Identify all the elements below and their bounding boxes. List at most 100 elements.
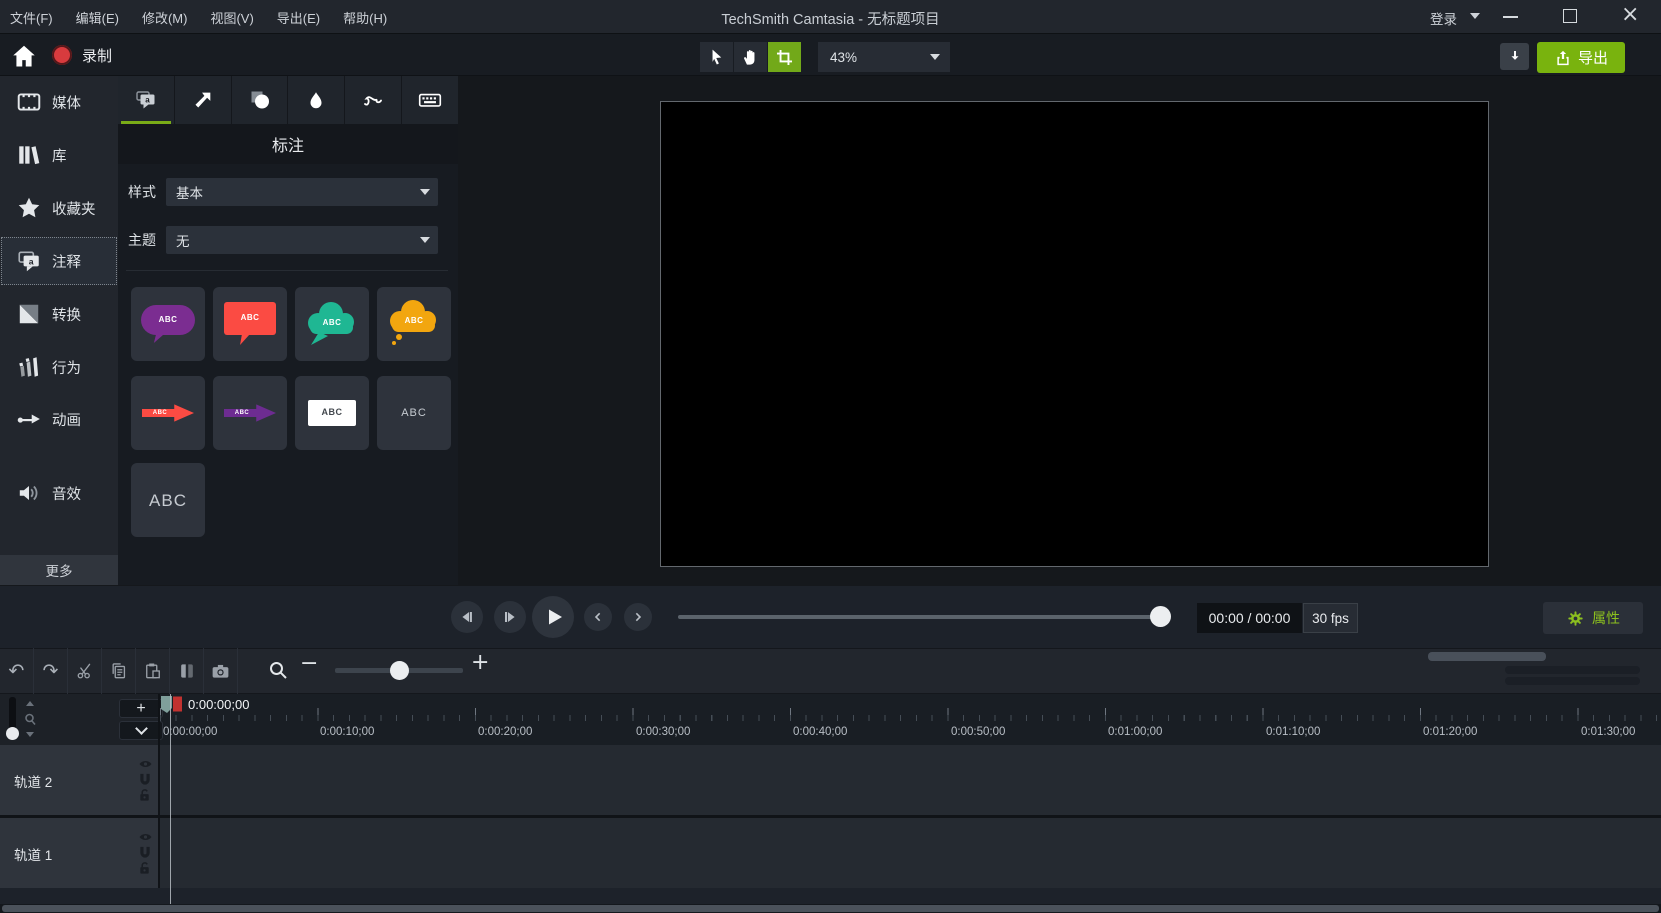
track-lane-2[interactable]	[160, 745, 1661, 815]
annotation-thumbnail-text[interactable]: ABC	[377, 376, 451, 450]
chevron-down-icon	[930, 54, 940, 60]
step-forward-button[interactable]	[494, 601, 526, 633]
timeline-zoom-in-button[interactable]	[471, 650, 489, 675]
sidebar-item-behaviors[interactable]: 行为	[0, 346, 118, 388]
timeline-scrollbar[interactable]	[1428, 652, 1546, 661]
minimize-button[interactable]	[1503, 16, 1518, 18]
crop-tool-button[interactable]	[768, 42, 801, 72]
sidebar-item-transitions[interactable]: 转换	[0, 293, 118, 335]
track-visibility-eye-icon[interactable]	[138, 830, 153, 844]
callout-tab-icon: a	[134, 88, 158, 112]
copy-button[interactable]	[102, 648, 136, 694]
export-button[interactable]: 导出	[1537, 42, 1625, 73]
screenshot-button[interactable]	[204, 648, 238, 694]
login-caret-icon[interactable]	[1470, 13, 1480, 19]
annotation-tabs: a	[118, 76, 458, 124]
annotation-thumbnail-red-bubble[interactable]: ABC	[213, 287, 287, 361]
theme-select[interactable]: 无	[166, 226, 438, 254]
cut-button[interactable]	[68, 648, 102, 694]
sidebar-item-library[interactable]: 库	[0, 134, 118, 176]
split-button[interactable]	[170, 648, 204, 694]
theme-value: 无	[176, 230, 420, 250]
chevron-down-icon	[420, 189, 430, 195]
panel-title: 标注	[118, 124, 458, 164]
track-lock-icon[interactable]	[138, 861, 152, 875]
sidebar-more-button[interactable]: 更多	[0, 555, 118, 585]
track-height-slider-thumb[interactable]	[6, 727, 19, 740]
sidebar-item-label: 音效	[52, 483, 81, 504]
animation-icon	[16, 406, 42, 432]
download-button[interactable]	[1500, 43, 1529, 70]
play-button[interactable]	[532, 596, 574, 638]
login-button[interactable]: 登录	[1430, 8, 1457, 28]
tab-shapes[interactable]	[232, 76, 289, 124]
annotation-thumbnail-text-large[interactable]: ABC	[131, 463, 205, 537]
track-lock-icon[interactable]	[138, 788, 152, 802]
next-button[interactable]	[624, 603, 652, 631]
home-icon[interactable]	[10, 42, 38, 70]
track-name: 轨道 1	[14, 844, 52, 864]
properties-button[interactable]: 属性	[1543, 602, 1643, 634]
annotation-thumbnail-red-arrow[interactable]: ABC	[131, 376, 205, 450]
tab-keystroke[interactable]	[402, 76, 458, 124]
tab-callouts[interactable]: a	[118, 76, 175, 124]
track-visibility-eye-icon[interactable]	[138, 757, 153, 771]
tab-arrows[interactable]	[175, 76, 232, 124]
annotation-thumbnail-teal-cloud[interactable]: ABC	[295, 287, 369, 361]
redo-button[interactable]	[34, 648, 68, 694]
sidebar-item-audio-effects[interactable]: 音效	[0, 472, 118, 514]
style-select[interactable]: 基本	[166, 178, 438, 206]
transition-icon	[16, 301, 42, 327]
step-backward-button[interactable]	[451, 601, 483, 633]
sidebar-item-label: 转换	[52, 304, 81, 325]
sidebar-item-favorites[interactable]: 收藏夹	[0, 187, 118, 229]
menu-bar: 文件(F) 编辑(E) 修改(M) 视图(V) 导出(E) 帮助(H) Tech…	[0, 0, 1661, 34]
record-icon[interactable]	[52, 45, 72, 65]
shape-tab-icon	[248, 88, 272, 112]
paste-button[interactable]	[136, 648, 170, 694]
timeline-zoom-slider-thumb[interactable]	[390, 661, 409, 680]
track-name: 轨道 2	[14, 771, 52, 791]
speech-bubble-shape: ABC	[224, 302, 276, 335]
undo-button[interactable]	[0, 648, 34, 694]
annotation-thumbnail-purple-bubble[interactable]: ABC	[131, 287, 205, 361]
timeline-zoom-icon[interactable]	[266, 658, 290, 682]
timeline-toolbar	[0, 648, 1661, 694]
timeline-zoom-out-button[interactable]	[300, 651, 318, 676]
maximize-button[interactable]	[1563, 9, 1577, 23]
track-lane-1[interactable]	[160, 818, 1661, 888]
seek-slider-thumb[interactable]	[1150, 606, 1171, 627]
arrow-callout-shape: ABC	[224, 404, 276, 422]
redo-icon	[43, 660, 59, 682]
cursor-tool-button[interactable]	[700, 42, 733, 72]
annotation-thumbnail-white-rect[interactable]: ABC	[295, 376, 369, 450]
tab-blur[interactable]	[288, 76, 345, 124]
annotation-thumbnail-thought-cloud[interactable]: ABC	[377, 287, 451, 361]
thumb-label: ABC	[216, 410, 268, 416]
track-magnet-icon[interactable]	[138, 772, 152, 786]
previous-button[interactable]	[584, 603, 612, 631]
seek-slider-track[interactable]	[678, 615, 1160, 619]
pan-tool-button[interactable]	[734, 42, 767, 72]
add-track-button[interactable]	[119, 699, 163, 718]
track-magnet-icon[interactable]	[138, 845, 152, 859]
record-button[interactable]: 录制	[82, 45, 112, 66]
sidebar-item-annotations[interactable]: a 注释	[0, 240, 118, 282]
timeline-empty-area	[0, 888, 1661, 904]
track-header-2: 轨道 2	[0, 745, 158, 815]
close-button[interactable]	[1621, 2, 1639, 27]
sidebar-item-label: 动画	[52, 409, 81, 430]
playhead-line[interactable]	[170, 694, 171, 904]
collapse-tracks-button[interactable]	[119, 721, 163, 740]
sidebar-item-media[interactable]: 媒体	[0, 81, 118, 123]
canvas-zoom-value: 43%	[830, 50, 930, 65]
canvas-zoom-select[interactable]: 43%	[818, 42, 950, 72]
tab-sketch[interactable]	[345, 76, 402, 124]
annotation-thumbnail-purple-arrow[interactable]: ABC	[213, 376, 287, 450]
thumb-label: ABC	[308, 407, 356, 417]
star-icon	[16, 195, 42, 221]
sidebar-item-animations[interactable]: 动画	[0, 398, 118, 440]
horizontal-scrollbar[interactable]	[2, 905, 1659, 912]
track-header-1: 轨道 1	[0, 818, 158, 888]
preview-canvas[interactable]	[660, 101, 1489, 567]
